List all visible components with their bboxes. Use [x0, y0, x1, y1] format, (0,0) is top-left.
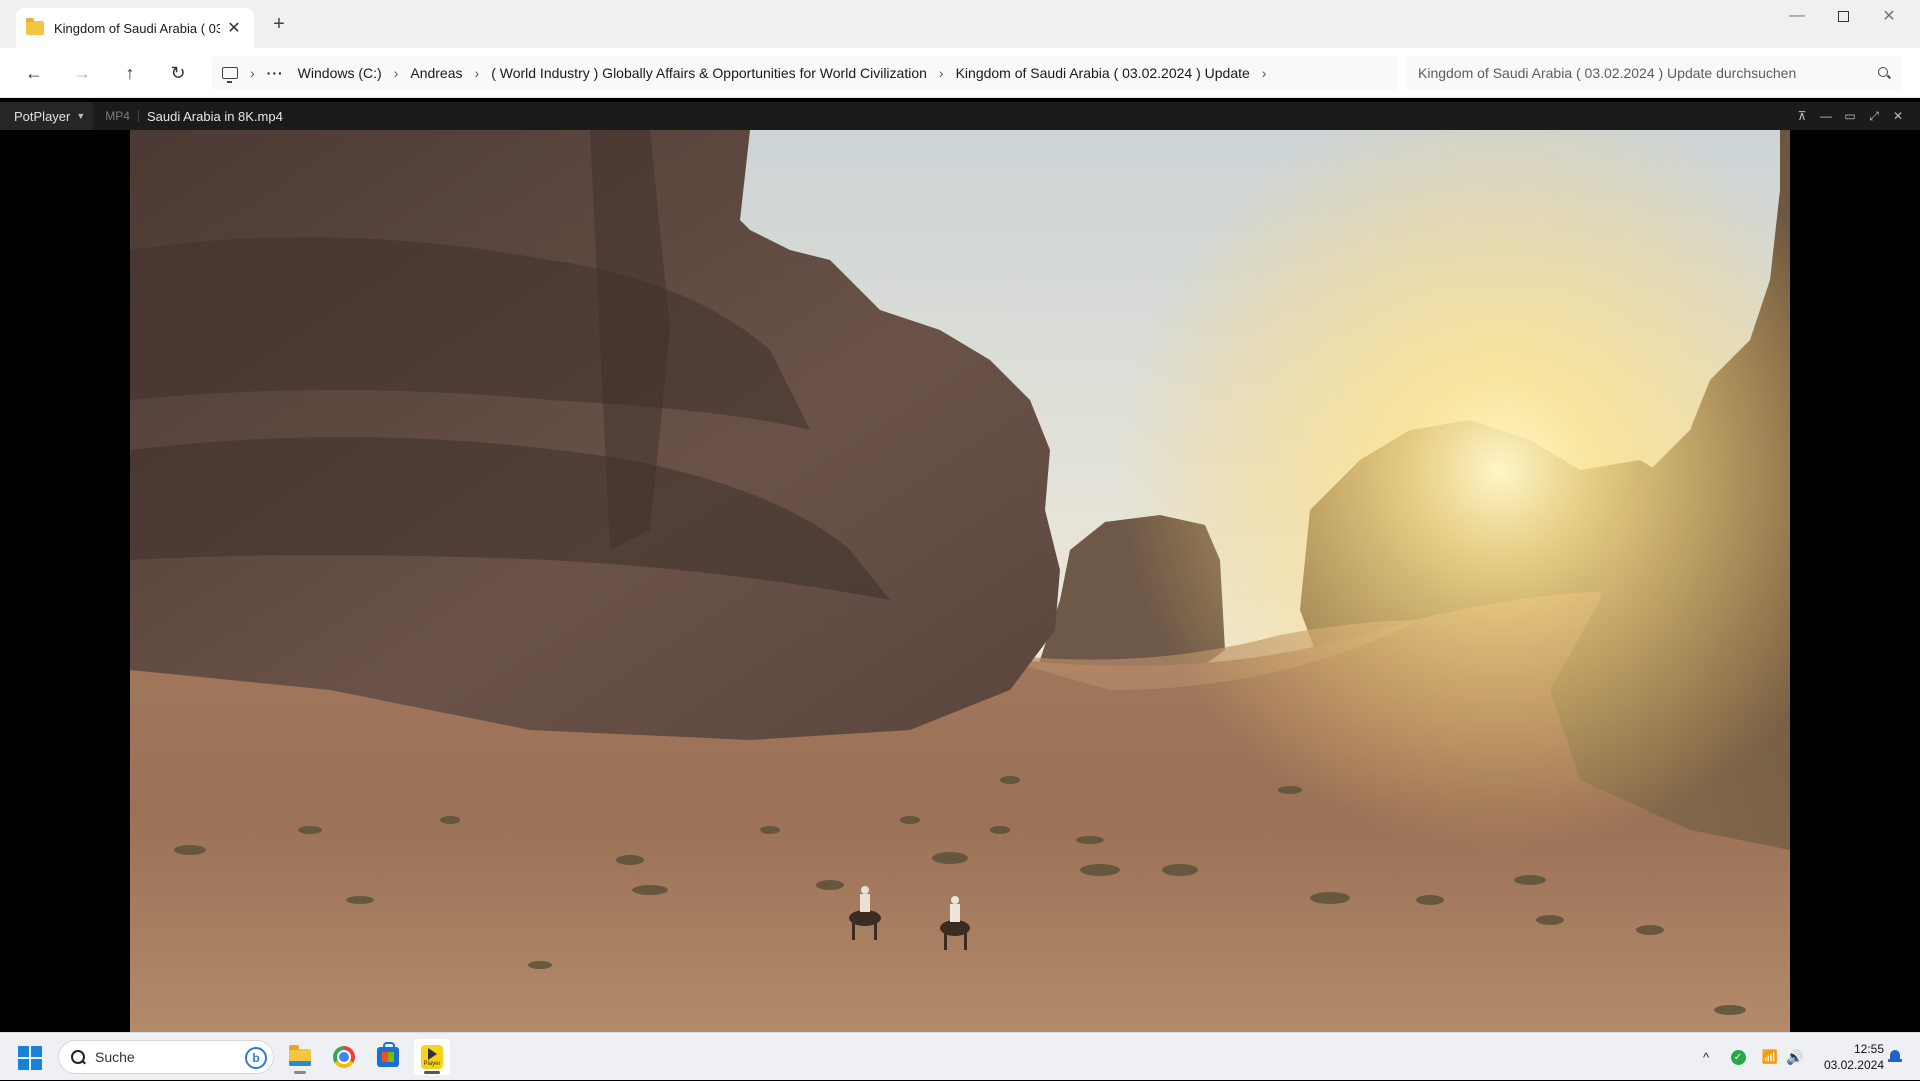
pin-icon[interactable]: ⊼	[1790, 102, 1814, 130]
security-tray-icon[interactable]: ✓	[1728, 1033, 1748, 1081]
maximize-icon	[1837, 10, 1849, 22]
player-fullscreen-button[interactable]: ⤢	[1862, 102, 1886, 130]
refresh-button[interactable]: ↻	[164, 61, 192, 85]
new-tab-button[interactable]: +	[266, 12, 292, 38]
breadcrumb-saudi-arabia[interactable]: Kingdom of Saudi Arabia ( 03.02.2024 ) U…	[956, 65, 1250, 81]
player-minimize-button[interactable]: —	[1814, 102, 1838, 130]
chevron-right-icon[interactable]: ›	[238, 65, 267, 81]
chevron-right-icon[interactable]: ›	[1250, 65, 1279, 81]
breadcrumb-andreas[interactable]: Andreas	[410, 65, 462, 81]
chevron-down-icon: ▼	[76, 111, 86, 121]
tab-title: Kingdom of Saudi Arabia ( 03.02.2024 ) U…	[54, 20, 220, 36]
chevron-right-icon[interactable]: ›	[927, 65, 956, 81]
bing-icon[interactable]: b	[245, 1047, 267, 1069]
chevron-right-icon[interactable]: ›	[382, 65, 411, 81]
up-button[interactable]: ↑	[116, 61, 144, 85]
video-frame[interactable]	[130, 130, 1790, 1032]
minimize-button[interactable]: —	[1774, 0, 1820, 32]
clock-time: 12:55	[1853, 1042, 1884, 1056]
potplayer-menu-button[interactable]: PotPlayer ▼	[0, 102, 94, 130]
taskbar-app-potplayer[interactable]: Player	[414, 1039, 450, 1075]
explorer-tab[interactable]: Kingdom of Saudi Arabia ( 03.02.2024 ) U…	[16, 8, 254, 48]
tab-strip: Kingdom of Saudi Arabia ( 03.02.2024 ) U…	[0, 0, 1920, 48]
folder-search-box[interactable]	[1406, 56, 1902, 90]
breadcrumb-world-industry[interactable]: ( World Industry ) Globally Affairs & Op…	[491, 65, 927, 81]
more-locations-button[interactable]: ···	[267, 65, 284, 81]
store-icon	[377, 1042, 399, 1067]
close-window-button[interactable]: ✕	[1866, 0, 1912, 32]
breadcrumb-drive[interactable]: Windows (C:)	[298, 65, 382, 81]
separator	[137, 110, 139, 122]
taskbar-app-chrome[interactable]	[326, 1039, 362, 1075]
search-input[interactable]	[1418, 65, 1858, 81]
file-explorer-window: Kingdom of Saudi Arabia ( 03.02.2024 ) U…	[0, 0, 1920, 98]
search-icon[interactable]	[1878, 67, 1890, 79]
taskbar: Suche b Player ^ ✓ 📶 🔊 12:55 03.02.2024	[0, 1032, 1920, 1080]
wifi-icon[interactable]: 📶	[1760, 1033, 1780, 1081]
potplayer-window: PotPlayer ▼ MP4 Saudi Arabia in 8K.mp4 ⊼…	[0, 102, 1920, 1032]
desert-canyon-scene	[130, 130, 1790, 1032]
taskbar-search[interactable]: Suche b	[58, 1040, 274, 1074]
address-bar[interactable]: › ··· Windows (C:) › Andreas › ( World I…	[212, 56, 1398, 90]
potplayer-icon: Player	[421, 1045, 443, 1069]
navigation-bar: ← → ↑ ↻ › ··· Windows (C:) › Andreas › (…	[0, 48, 1920, 98]
this-pc-icon[interactable]	[222, 67, 238, 83]
taskbar-search-label: Suche	[95, 1049, 135, 1065]
close-icon[interactable]: ✕	[224, 18, 244, 38]
show-hidden-icons-button[interactable]: ^	[1696, 1033, 1716, 1081]
potplayer-menu-label: PotPlayer	[14, 108, 71, 124]
clock-date: 03.02.2024	[1823, 1058, 1884, 1072]
folder-icon	[289, 1044, 311, 1066]
player-maximize-button[interactable]: ▭	[1838, 102, 1862, 130]
start-button[interactable]	[18, 1046, 42, 1070]
search-icon	[71, 1050, 85, 1064]
video-filename: Saudi Arabia in 8K.mp4	[146, 108, 283, 124]
shield-check-icon: ✓	[1730, 1049, 1746, 1065]
forward-button[interactable]: →	[68, 61, 96, 85]
chrome-icon	[333, 1046, 355, 1068]
taskbar-app-file-explorer[interactable]	[282, 1039, 318, 1075]
notification-bell-icon[interactable]	[1888, 1049, 1902, 1065]
clock[interactable]: 12:55 03.02.2024	[1812, 1041, 1884, 1073]
taskbar-app-store[interactable]	[370, 1039, 406, 1075]
volume-icon[interactable]: 🔊	[1784, 1033, 1806, 1081]
format-badge: MP4	[105, 109, 130, 123]
back-button[interactable]: ←	[20, 61, 48, 85]
player-close-button[interactable]: ✕	[1886, 102, 1910, 130]
windows-logo-icon	[18, 1046, 29, 1057]
maximize-button[interactable]	[1820, 0, 1866, 32]
player-title-bar: PotPlayer ▼ MP4 Saudi Arabia in 8K.mp4 ⊼…	[0, 102, 1920, 130]
folder-icon	[26, 18, 44, 35]
chevron-right-icon[interactable]: ›	[463, 65, 492, 81]
